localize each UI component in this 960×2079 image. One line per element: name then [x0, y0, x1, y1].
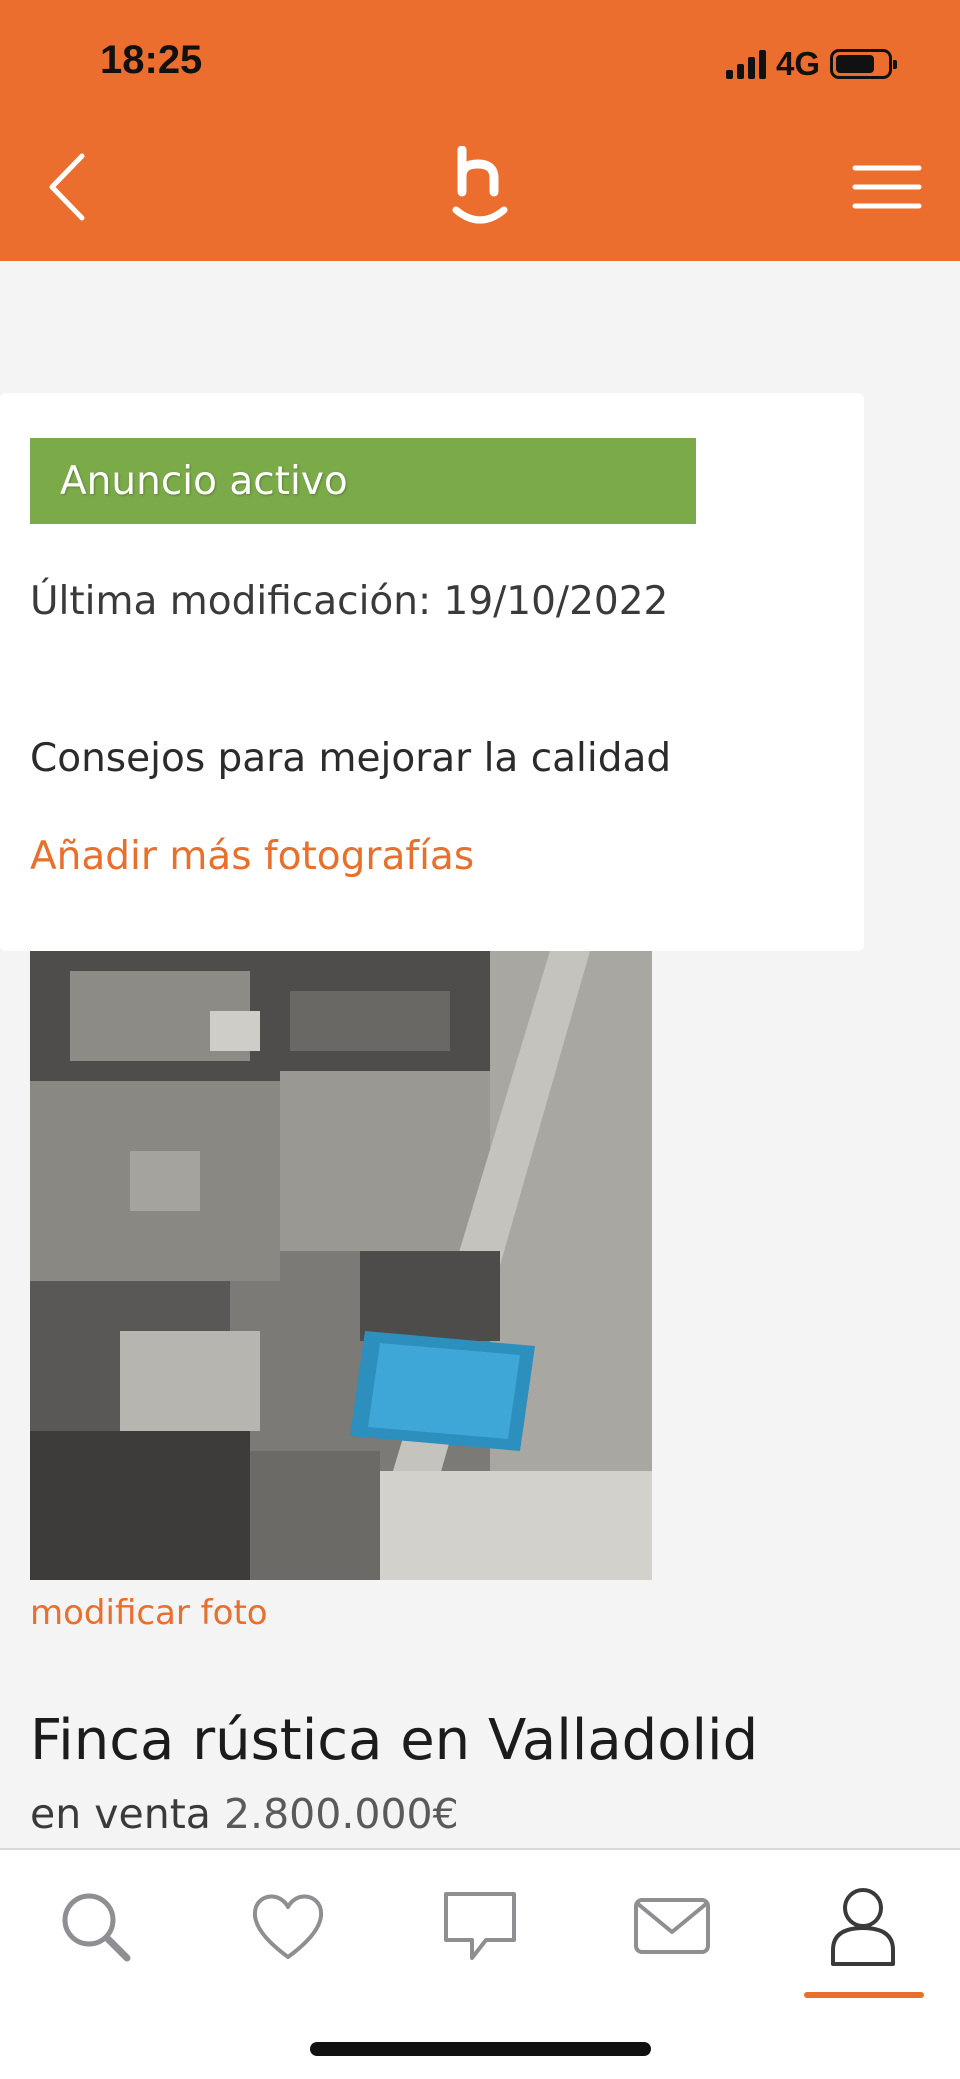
status-indicators: 4G — [725, 44, 897, 84]
listing-price: en venta 2.800.000€ — [30, 1790, 459, 1838]
listing-status-card: Anuncio activo Última modificación: 19/1… — [0, 393, 864, 951]
mail-icon — [634, 1898, 710, 1954]
quality-tips-title: Consejos para mejorar la calidad — [30, 736, 672, 781]
battery-icon — [830, 49, 897, 79]
tab-search[interactable] — [50, 1884, 140, 1968]
signal-icon — [725, 49, 766, 79]
logo-icon — [452, 146, 508, 224]
user-icon — [831, 1888, 895, 1966]
listing-title: Finca rústica en Valladolid — [30, 1708, 759, 1773]
listing-photo[interactable] — [30, 951, 652, 1580]
network-label: 4G — [775, 45, 820, 82]
tab-chat[interactable] — [435, 1884, 525, 1968]
status-badge: Anuncio activo — [30, 438, 696, 524]
chevron-left-icon[interactable] — [44, 150, 94, 224]
price-value: 2.800.000€ — [223, 1790, 459, 1838]
tab-profile[interactable] — [818, 1884, 908, 1968]
last-modified-text: Última modificación: 19/10/2022 — [30, 579, 669, 624]
listing-operation: en venta — [30, 1790, 211, 1838]
heart-icon — [252, 1894, 324, 1959]
add-photos-link[interactable]: Añadir más fotografías — [30, 834, 474, 879]
status-time: 18:25 — [100, 38, 203, 82]
home-indicator — [310, 2042, 651, 2056]
bottom-tab-bar — [0, 1848, 960, 2079]
search-icon — [62, 1893, 131, 1962]
tab-messages[interactable] — [627, 1884, 717, 1968]
chat-bubble-icon — [444, 1892, 516, 1960]
app-header: 18:25 4G — [0, 0, 960, 261]
tab-favorites[interactable] — [243, 1884, 333, 1968]
hamburger-menu-icon[interactable] — [852, 164, 922, 210]
active-tab-indicator — [804, 1992, 924, 1998]
edit-photo-link[interactable]: modificar foto — [30, 1593, 268, 1633]
